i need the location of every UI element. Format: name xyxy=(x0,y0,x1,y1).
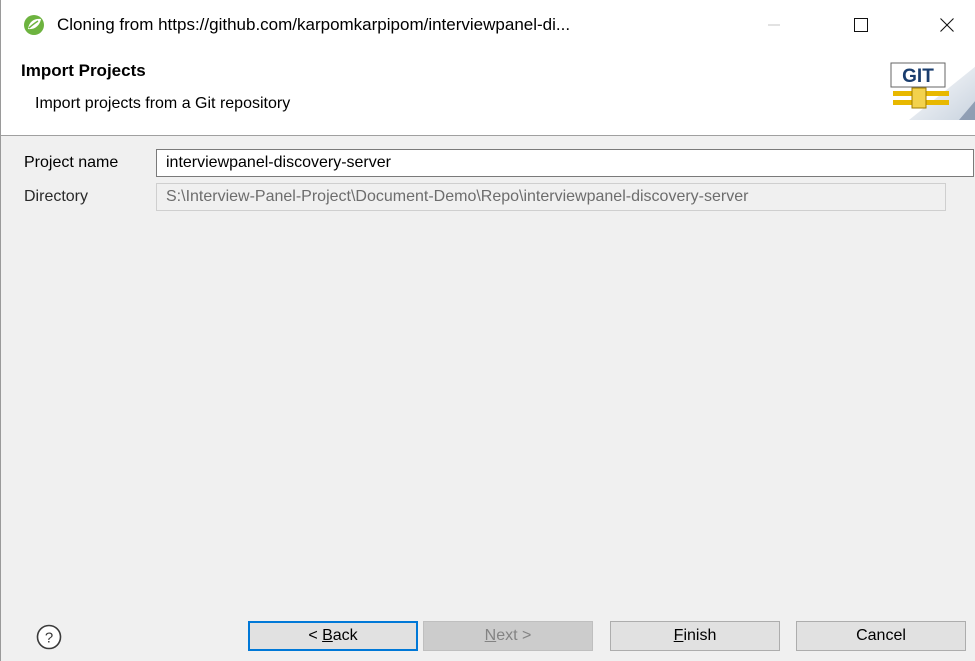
next-mnemonic: N xyxy=(484,627,497,644)
directory-label: Directory xyxy=(24,188,89,205)
cancel-button[interactable]: Cancel xyxy=(796,621,966,651)
directory-field: S:\Interview-Panel-Project\Document-Demo… xyxy=(156,183,946,211)
project-name-input[interactable]: interviewpanel-discovery-server xyxy=(156,149,974,177)
next-button[interactable]: Next > xyxy=(423,621,593,651)
finish-button[interactable]: Finish xyxy=(610,621,780,651)
question-mark-icon: ? xyxy=(45,630,53,647)
maximize-icon xyxy=(854,18,868,32)
minimize-button[interactable] xyxy=(746,0,802,50)
back-mnemonic: B xyxy=(322,627,333,644)
page-title: Import Projects xyxy=(21,61,146,80)
back-button[interactable]: < Back xyxy=(248,621,418,651)
git-wizard-icon: GIT xyxy=(890,62,975,120)
minimize-icon xyxy=(768,24,780,26)
wizard-header: Import Projects Import projects from a G… xyxy=(1,50,975,136)
finish-mnemonic: F xyxy=(673,627,684,644)
next-rest: ext xyxy=(496,627,518,644)
git-logo-text: GIT xyxy=(902,66,934,87)
window-title: Cloning from https://github.com/karpomka… xyxy=(57,15,571,34)
back-prefix: < xyxy=(308,627,323,644)
maximize-button[interactable] xyxy=(833,0,889,50)
page-description: Import projects from a Git repository xyxy=(35,95,291,112)
title-bar: Cloning from https://github.com/karpomka… xyxy=(1,0,975,50)
spring-leaf-icon xyxy=(24,15,44,35)
import-projects-dialog: Cloning from https://github.com/karpomka… xyxy=(0,0,975,661)
close-button[interactable] xyxy=(919,0,975,50)
close-icon xyxy=(940,18,954,32)
back-rest: ack xyxy=(332,627,358,644)
project-name-label: Project name xyxy=(24,154,119,171)
help-button[interactable]: ? xyxy=(36,624,62,650)
finish-rest: inish xyxy=(683,627,717,644)
next-suffix: > xyxy=(517,627,532,644)
